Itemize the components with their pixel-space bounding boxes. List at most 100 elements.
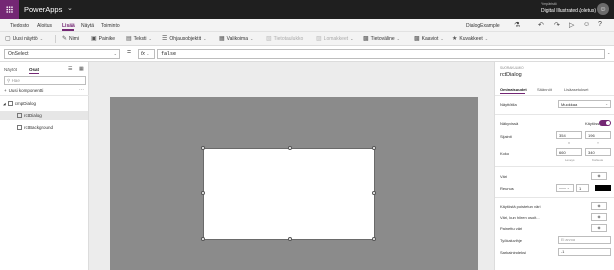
undo-icon[interactable]: ↶ — [538, 21, 544, 29]
tab-index-input[interactable]: -1 — [558, 248, 611, 256]
chevron-down-icon: ⌄ — [148, 36, 152, 41]
control-name[interactable]: rctDialog — [500, 72, 522, 78]
tab-properties[interactable]: Ominaisuudet — [500, 87, 527, 92]
button-button[interactable]: ▣ Painike — [91, 35, 115, 43]
rctdialog-rectangle[interactable] — [201, 146, 376, 241]
display-mode-label: Näyttötila — [500, 102, 517, 107]
plus-icon: + — [4, 88, 7, 93]
size-width-input[interactable]: 660 — [556, 148, 582, 156]
border-style-dropdown[interactable]: —— ⌄ — [556, 184, 574, 192]
icons-button[interactable]: ★ Kuvakkeet ⌄ — [452, 35, 489, 43]
color-picker[interactable]: ◈ — [591, 172, 607, 180]
text-button[interactable]: ▤ Teksti ⌄ — [126, 35, 152, 43]
resize-handle[interactable] — [288, 237, 292, 241]
new-screen-button[interactable]: ▢ Uusi näyttö ⌄ — [5, 35, 43, 43]
help-icon[interactable]: ? — [598, 21, 602, 28]
resize-handle[interactable] — [201, 237, 205, 241]
gallery-icon: ▦ — [219, 36, 225, 42]
add-component-button[interactable]: + Uusi komponentti — [4, 88, 43, 93]
pressed-color-label: Painettu väri — [500, 226, 523, 231]
paint-bucket-icon: ◈ — [597, 173, 601, 178]
redo-icon[interactable]: ↷ — [554, 21, 560, 29]
charts-icon: ▩ — [414, 36, 420, 42]
position-y-input[interactable]: 196 — [585, 131, 611, 139]
tree-view-panel: Näytöt Osat ☰ ▦ ⚲ Hae + Uusi komponentti… — [0, 62, 89, 270]
control-type-label: SUORAKULMIO — [500, 66, 524, 70]
app-checker-icon[interactable]: ⚗ — [514, 21, 520, 29]
environment-name[interactable]: Digital Illustrated (oletus) — [541, 8, 596, 14]
grid-view-icon[interactable]: ▦ — [79, 66, 84, 72]
forms-button[interactable]: ▨ Lomakkeet ⌄ — [316, 35, 354, 43]
text-icon: ▤ — [126, 36, 132, 42]
tab-rules[interactable]: Säännöt — [537, 87, 552, 92]
hover-color-picker[interactable]: ◈ — [591, 213, 607, 221]
color-label: Väri — [500, 174, 508, 179]
formula-bar: OnSelect ⌄ = fx ⌄ false ⌄ — [0, 46, 614, 62]
menu-view[interactable]: Näytä — [81, 23, 94, 29]
tooltip-input[interactable]: Ei arvoa — [558, 236, 611, 244]
visible-toggle[interactable] — [599, 120, 611, 126]
new-screen-icon: ▢ — [5, 36, 11, 42]
tree-item-cmpdialog[interactable]: ◢ cmpDialog — [3, 100, 87, 107]
avatar[interactable]: ☺ — [597, 3, 609, 15]
resize-handle[interactable] — [372, 146, 376, 150]
media-button[interactable]: ▩ Tietoväline ⌄ — [363, 35, 400, 43]
pressed-color-picker[interactable]: ◈ — [591, 224, 607, 232]
resize-handle[interactable] — [372, 237, 376, 241]
position-x-label: X — [568, 141, 571, 145]
paint-bucket-icon: ◈ — [597, 203, 601, 208]
size-height-input[interactable]: 340 — [585, 148, 611, 156]
tree-item-rctdialog[interactable]: rctDialog — [0, 111, 88, 120]
tab-advanced[interactable]: Lisäasetukset — [564, 87, 588, 92]
formula-input[interactable]: false — [157, 49, 605, 59]
expand-formula-icon[interactable]: ⌄ — [607, 50, 610, 55]
position-label: Sijainti — [500, 134, 512, 139]
chevron-down-icon: ⌄ — [605, 102, 608, 106]
chevron-down-icon[interactable]: ⌄ — [67, 4, 73, 12]
property-dropdown[interactable]: OnSelect ⌄ — [4, 49, 120, 59]
resize-handle[interactable] — [201, 146, 205, 150]
paint-bucket-icon: ◈ — [597, 214, 601, 219]
charts-button[interactable]: ▩ Kaaviot ⌄ — [414, 35, 444, 43]
tab-components[interactable]: Osat — [29, 67, 39, 72]
active-menu-underline — [62, 29, 74, 31]
user-icon[interactable]: ☺ — [583, 21, 590, 28]
label-button[interactable]: ✎ Nimi — [62, 35, 79, 43]
search-input[interactable]: ⚲ Hae — [4, 76, 86, 85]
chevron-down-icon: ⌄ — [484, 36, 489, 41]
resize-handle[interactable] — [372, 191, 376, 195]
tree-item-rctbackground[interactable]: rctBackground — [17, 124, 87, 131]
active-tab-underline — [500, 93, 525, 94]
button-icon: ▣ — [91, 36, 97, 42]
chevron-down-icon: ⌄ — [566, 186, 570, 190]
tooltip-label: Työkaluvihje — [500, 238, 523, 243]
resize-handle[interactable] — [201, 191, 205, 195]
resize-handle[interactable] — [288, 146, 292, 150]
gallery-button[interactable]: ▦ Valikoima ⌄ — [219, 35, 253, 43]
controls-button[interactable]: ☰ Ohjausobjektit ⌄ — [162, 35, 206, 43]
environment-label: Ympäristö — [541, 2, 557, 6]
environment-chevron-icon[interactable]: ⌄ — [578, 8, 581, 13]
tab-screens[interactable]: Näytöt — [4, 67, 17, 72]
size-width-label: Leveys — [565, 158, 575, 162]
media-icon: ▩ — [363, 36, 369, 42]
menu-action[interactable]: Toiminto — [101, 23, 120, 29]
menu-home[interactable]: Aloitus — [37, 23, 52, 29]
list-view-icon[interactable]: ☰ — [68, 66, 72, 72]
search-icon: ⚲ — [7, 78, 11, 83]
position-x-input[interactable]: 354 — [556, 131, 582, 139]
data-table-button[interactable]: ▧ Tietotaulukko — [266, 35, 303, 43]
chevron-down-icon: ⌄ — [350, 36, 354, 41]
more-options-icon[interactable]: ⋯ — [79, 87, 84, 93]
display-mode-dropdown[interactable]: Muokkaa ⌄ — [558, 100, 611, 108]
menu-file[interactable]: Tiedosto — [10, 23, 29, 29]
play-icon[interactable]: ▷ — [569, 21, 574, 29]
disabled-color-picker[interactable]: ◈ — [591, 202, 607, 210]
size-height-label: Korkeus — [592, 158, 604, 162]
app-launcher-button[interactable] — [0, 0, 19, 19]
border-color-swatch[interactable] — [595, 185, 611, 191]
fx-button[interactable]: fx ⌄ — [138, 49, 155, 59]
user-icon: ☺ — [599, 5, 607, 13]
component-icon — [7, 101, 13, 106]
border-width-input[interactable]: 1 — [576, 184, 589, 192]
